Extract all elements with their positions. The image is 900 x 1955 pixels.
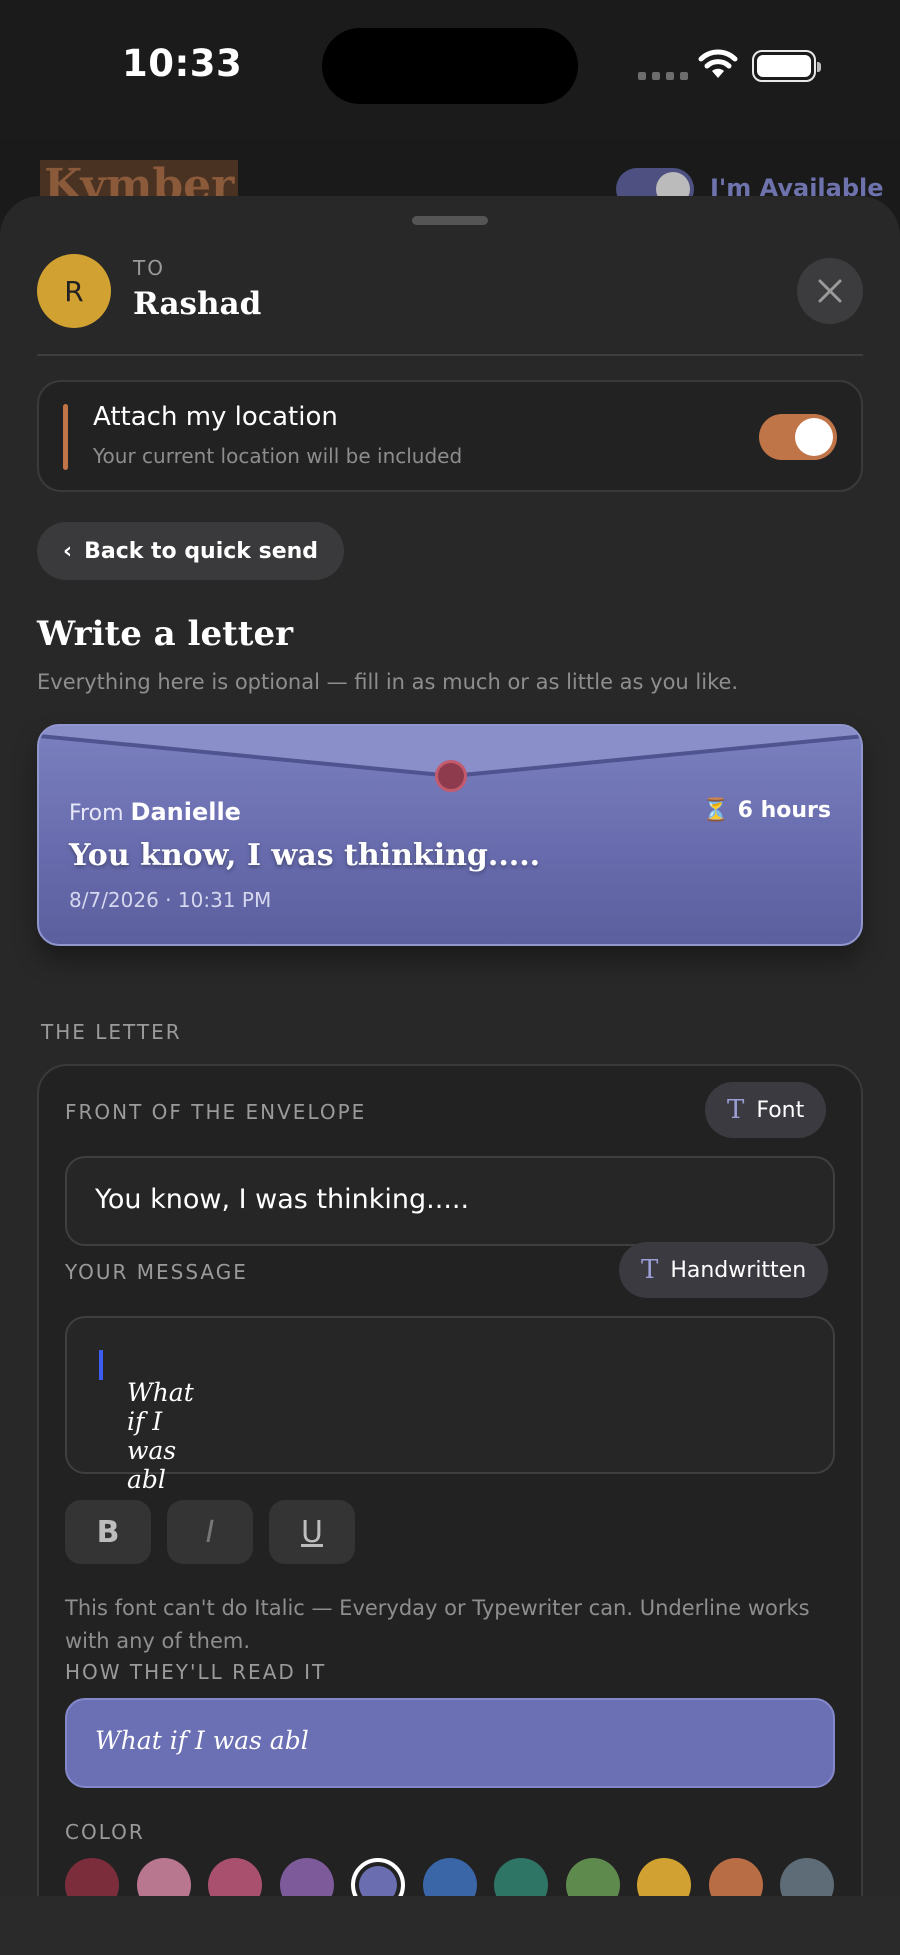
letter-card: FRONT OF THE ENVELOPE T Font You know, I… (37, 1064, 863, 1896)
color-swatch[interactable] (208, 1858, 262, 1896)
color-swatch[interactable] (637, 1858, 691, 1896)
home-indicator-area (0, 1896, 900, 1955)
page-subtitle: Everything here is optional — fill in as… (37, 670, 739, 694)
hourglass-icon: ⏳ (702, 798, 730, 823)
location-title: Attach my location (93, 402, 338, 432)
back-button-label: Back to quick send (84, 538, 319, 564)
color-swatch[interactable] (351, 1858, 405, 1896)
envelope-front-value: You know, I was thinking..... (95, 1184, 470, 1215)
preview-label: HOW THEY'LL READ IT (65, 1660, 327, 1684)
text-format-icon: T (727, 1095, 745, 1125)
envelope-timer: ⏳ 6 hours (702, 798, 831, 823)
message-label: YOUR MESSAGE (65, 1260, 248, 1284)
status-bar: 10:33 (0, 0, 900, 140)
italic-button[interactable]: I (167, 1500, 253, 1564)
page-title: Write a letter (37, 614, 294, 654)
preview-value: What if I was abl (95, 1726, 309, 1755)
battery-icon (752, 50, 821, 82)
handwritten-button-label: Handwritten (670, 1257, 807, 1283)
color-swatch[interactable] (780, 1858, 834, 1896)
message-preview: What if I was abl (65, 1698, 835, 1788)
chevron-left-icon: ‹ (63, 538, 73, 564)
font-button-label: Font (756, 1097, 805, 1123)
wax-seal-icon (435, 760, 467, 792)
message-text: What if I was abl (127, 1378, 194, 1494)
color-swatch[interactable] (565, 1858, 620, 1896)
text-caret (99, 1349, 103, 1380)
location-subtitle: Your current location will be included (93, 444, 463, 468)
font-button[interactable]: T Font (705, 1082, 827, 1138)
to-label: TO (133, 256, 165, 280)
dynamic-island (322, 28, 578, 104)
handwritten-font-button[interactable]: T Handwritten (619, 1242, 829, 1298)
color-swatches (65, 1858, 855, 1896)
envelope-sender: Danielle (130, 798, 241, 826)
sheet-grabber[interactable] (412, 216, 488, 225)
envelope-timer-label: 6 hours (737, 798, 831, 823)
toggle-knob (795, 418, 833, 456)
recipient-avatar: R (37, 254, 111, 328)
envelope-from-prefix: From (69, 801, 124, 826)
color-swatch[interactable] (65, 1858, 119, 1896)
underline-button[interactable]: U (269, 1500, 355, 1564)
envelope-front-input[interactable]: You know, I was thinking..... (65, 1156, 835, 1246)
text-format-icon: T (641, 1255, 659, 1285)
color-swatch[interactable] (136, 1858, 191, 1896)
message-value: What if I was abl (97, 1348, 194, 1494)
header-divider (37, 354, 863, 356)
format-note: This font can't do Italic — Everyday or … (65, 1596, 810, 1653)
compose-sheet: R TO Rashad Attach my location Your curr… (0, 196, 900, 1896)
color-swatch[interactable] (279, 1858, 334, 1896)
envelope-from: From Danielle (69, 798, 241, 826)
close-icon (818, 279, 842, 303)
bold-button[interactable]: B (65, 1500, 151, 1564)
envelope-date: 8/7/2026 · 10:31 PM (69, 888, 272, 912)
message-textarea[interactable]: What if I was abl (65, 1316, 835, 1494)
wifi-icon (698, 49, 738, 78)
color-swatch[interactable] (422, 1858, 477, 1896)
color-swatch[interactable] (708, 1858, 763, 1896)
front-envelope-label: FRONT OF THE ENVELOPE (65, 1100, 367, 1124)
back-to-quick-send-button[interactable]: ‹ Back to quick send (37, 522, 345, 580)
location-accent-bar (63, 404, 68, 470)
status-time: 10:33 (122, 42, 243, 85)
location-card: Attach my location Your current location… (37, 380, 863, 492)
recipient-name: Rashad (133, 286, 262, 322)
envelope-subject: You know, I was thinking..... (69, 838, 541, 873)
envelope-preview: From Danielle ⏳ 6 hours You know, I was … (37, 724, 863, 946)
location-toggle[interactable] (759, 414, 837, 460)
color-label: COLOR (65, 1820, 145, 1844)
close-button[interactable] (797, 258, 863, 324)
cellular-signal-icon (638, 72, 688, 80)
section-label-letter: THE LETTER (41, 1020, 182, 1044)
color-swatch[interactable] (494, 1858, 548, 1896)
